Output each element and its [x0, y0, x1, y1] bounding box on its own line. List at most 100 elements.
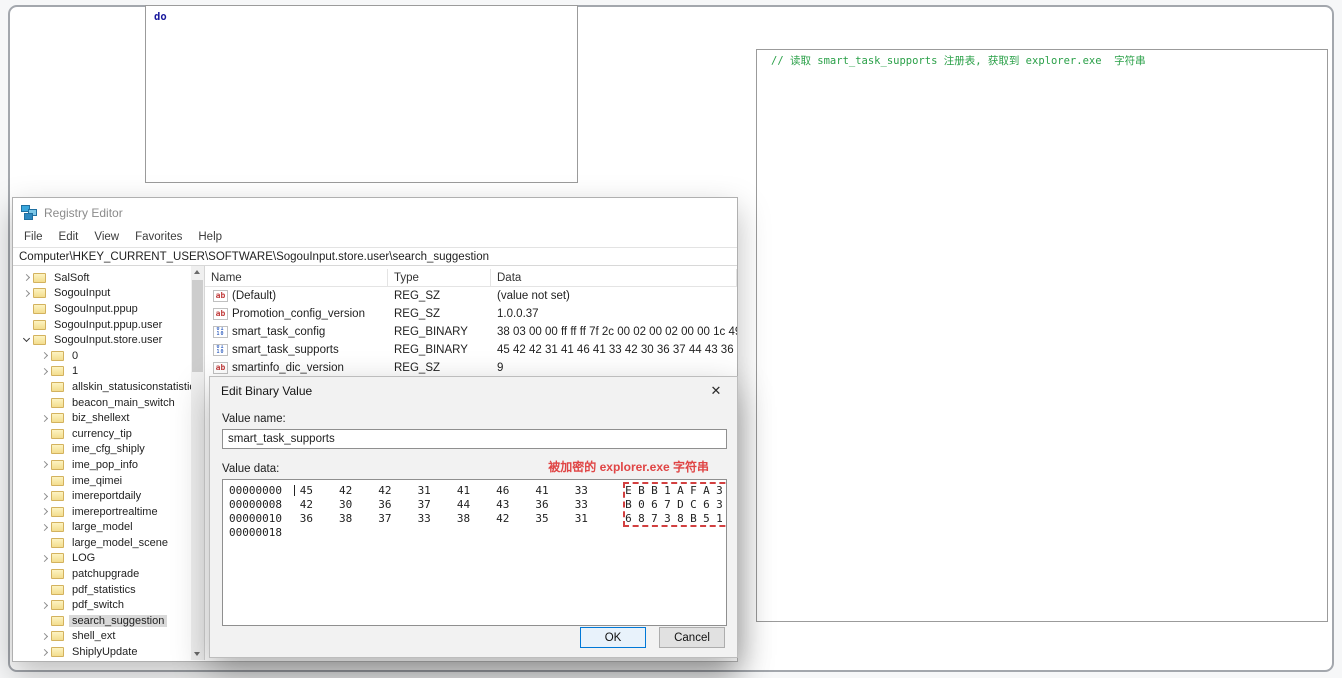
hex-byte[interactable]: 41 — [457, 484, 496, 498]
chevron-right-icon[interactable] — [37, 554, 51, 563]
tree-item[interactable]: SogouInput.ppup — [13, 301, 191, 317]
value-data: 1.0.0.37 — [497, 308, 539, 320]
tree-item[interactable]: ShiplyUpdate — [13, 644, 191, 660]
tree-item[interactable]: imereportrealtime — [13, 504, 191, 520]
hex-byte[interactable]: 35 — [535, 512, 574, 526]
chevron-down-icon[interactable] — [19, 335, 33, 343]
tree-item[interactable]: ime_cfg_shiply — [13, 442, 191, 458]
tree-item[interactable]: search_suggestion — [13, 613, 191, 629]
hex-byte[interactable]: 41 — [535, 484, 574, 498]
hex-byte[interactable]: 30 — [339, 498, 378, 512]
tree-item-label: SogouInput — [54, 287, 111, 300]
tree-item-label: imereportdaily — [72, 490, 142, 503]
binary-icon: 01 10 — [213, 326, 228, 338]
tree-item[interactable]: pdf_switch — [13, 597, 191, 613]
value-row[interactable]: 01 10 smart_task_config REG_BINARY 38 03 00… — [205, 323, 737, 341]
tree-item[interactable]: ime_qimei — [13, 473, 191, 489]
hex-byte[interactable]: 37 — [418, 498, 457, 512]
hex-byte[interactable]: 33 — [575, 498, 614, 512]
chevron-right-icon[interactable] — [37, 367, 51, 375]
column-header-type[interactable]: Type — [388, 269, 491, 287]
hex-byte[interactable]: 36 — [300, 512, 339, 526]
hex-byte[interactable]: 37 — [378, 512, 417, 526]
address-bar[interactable]: Computer\HKEY_CURRENT_USER\SOFTWARE\Sogo… — [13, 247, 737, 266]
tree-item[interactable]: SogouInput — [13, 286, 191, 302]
hex-byte[interactable]: 38 — [457, 512, 496, 526]
hex-byte[interactable]: 36 — [535, 498, 574, 512]
tree-item[interactable]: SalSoft — [13, 270, 191, 286]
tree-item[interactable]: shell_ext — [13, 629, 191, 645]
hex-byte[interactable]: 38 — [339, 512, 378, 526]
hex-editor[interactable]: 00000000 45 42 42 31 41 46 41 33 E B B 1 A F A 3 00000008… — [222, 479, 727, 626]
tree-item[interactable]: patchupgrade — [13, 566, 191, 582]
hex-byte[interactable]: 33 — [418, 512, 457, 526]
chevron-right-icon[interactable] — [37, 601, 51, 609]
tree-item[interactable]: currency_tip — [13, 426, 191, 442]
chevron-right-icon[interactable] — [37, 632, 51, 640]
chevron-right-icon[interactable] — [19, 289, 33, 297]
ok-button[interactable]: OK — [580, 627, 646, 648]
tree-item[interactable]: pdf_statistics — [13, 582, 191, 598]
menu-item-edit[interactable]: Edit — [51, 231, 87, 243]
hex-byte[interactable]: 43 — [496, 498, 535, 512]
value-data-row: Value data: 被加密的 explorer.exe 字符串 — [222, 458, 725, 475]
scroll-down-icon[interactable] — [191, 647, 204, 660]
tree-item[interactable]: LOG — [13, 551, 191, 567]
hex-byte[interactable]: 33 — [575, 484, 614, 498]
chevron-right-icon[interactable] — [37, 648, 51, 656]
hex-byte[interactable]: 31 — [575, 512, 614, 526]
hex-byte[interactable]: 42 — [339, 484, 378, 498]
tree-item[interactable]: beacon_main_switch — [13, 395, 191, 411]
hex-byte[interactable]: 31 — [418, 484, 457, 498]
value-row[interactable]: ab smartinfo_dic_version REG_SZ 9 — [205, 359, 737, 377]
scrollbar-thumb[interactable] — [192, 280, 203, 372]
menu-item-favorites[interactable]: Favorites — [127, 231, 190, 243]
folder-icon — [51, 350, 64, 361]
close-icon[interactable]: ✕ — [695, 377, 737, 405]
tree-item[interactable]: large_model_scene — [13, 535, 191, 551]
chevron-right-icon[interactable] — [37, 414, 51, 422]
tree-scrollbar[interactable] — [191, 266, 204, 660]
hex-byte[interactable]: 44 — [457, 498, 496, 512]
dialog-title-bar: Edit Binary Value ✕ — [210, 377, 737, 405]
tree-item-label: SogouInput.ppup — [54, 302, 138, 315]
column-header-name[interactable]: Name — [205, 269, 388, 287]
tree-item[interactable]: allskin_statusiconstatistics — [13, 379, 191, 395]
chevron-right-icon[interactable] — [37, 461, 51, 469]
value-row[interactable]: ab (Default) REG_SZ (value not set) — [205, 287, 737, 305]
menu-item-file[interactable]: File — [16, 231, 51, 243]
hex-byte[interactable]: 46 — [496, 484, 535, 498]
tree-item[interactable]: ime_pop_info — [13, 457, 191, 473]
value-data: 9 — [497, 362, 504, 374]
value-row[interactable]: 01 10 smart_task_supports REG_BINARY 45 42 … — [205, 341, 737, 359]
value-data-label: Value data: — [222, 463, 280, 475]
chevron-right-icon[interactable] — [19, 274, 33, 282]
hex-byte[interactable]: 42 — [378, 484, 417, 498]
cancel-button[interactable]: Cancel — [659, 627, 725, 648]
chevron-right-icon[interactable] — [37, 352, 51, 360]
folder-icon — [33, 272, 46, 283]
menu-item-help[interactable]: Help — [190, 231, 230, 243]
hex-byte[interactable]: 45 — [293, 484, 339, 498]
chevron-right-icon[interactable] — [37, 492, 51, 500]
value-row[interactable]: ab Promotion_config_version REG_SZ 1.0.0.37 — [205, 305, 737, 323]
hex-byte[interactable]: 36 — [378, 498, 417, 512]
tree-item-label: SogouInput.store.user — [54, 334, 163, 347]
hex-byte[interactable]: 42 — [300, 498, 339, 512]
window-title: Registry Editor — [44, 205, 123, 220]
column-header-data[interactable]: Data — [491, 269, 737, 287]
tree-item[interactable]: 0 — [13, 348, 191, 364]
tree-item[interactable]: large_model — [13, 520, 191, 536]
value-name-field[interactable] — [222, 429, 727, 449]
scroll-up-icon[interactable] — [191, 266, 204, 279]
tree-item[interactable]: 1 — [13, 364, 191, 380]
tree-item[interactable]: biz_shellext — [13, 410, 191, 426]
tree-item[interactable]: imereportdaily — [13, 488, 191, 504]
menu-item-view[interactable]: View — [86, 231, 127, 243]
tree-item[interactable]: SogouInput.ppup.user — [13, 317, 191, 333]
chevron-right-icon[interactable] — [37, 508, 51, 516]
value-name-cell: 01 10 smart_task_supports — [205, 344, 388, 356]
hex-byte[interactable]: 42 — [496, 512, 535, 526]
chevron-right-icon[interactable] — [37, 523, 51, 531]
tree-item[interactable]: SogouInput.store.user — [13, 332, 191, 348]
